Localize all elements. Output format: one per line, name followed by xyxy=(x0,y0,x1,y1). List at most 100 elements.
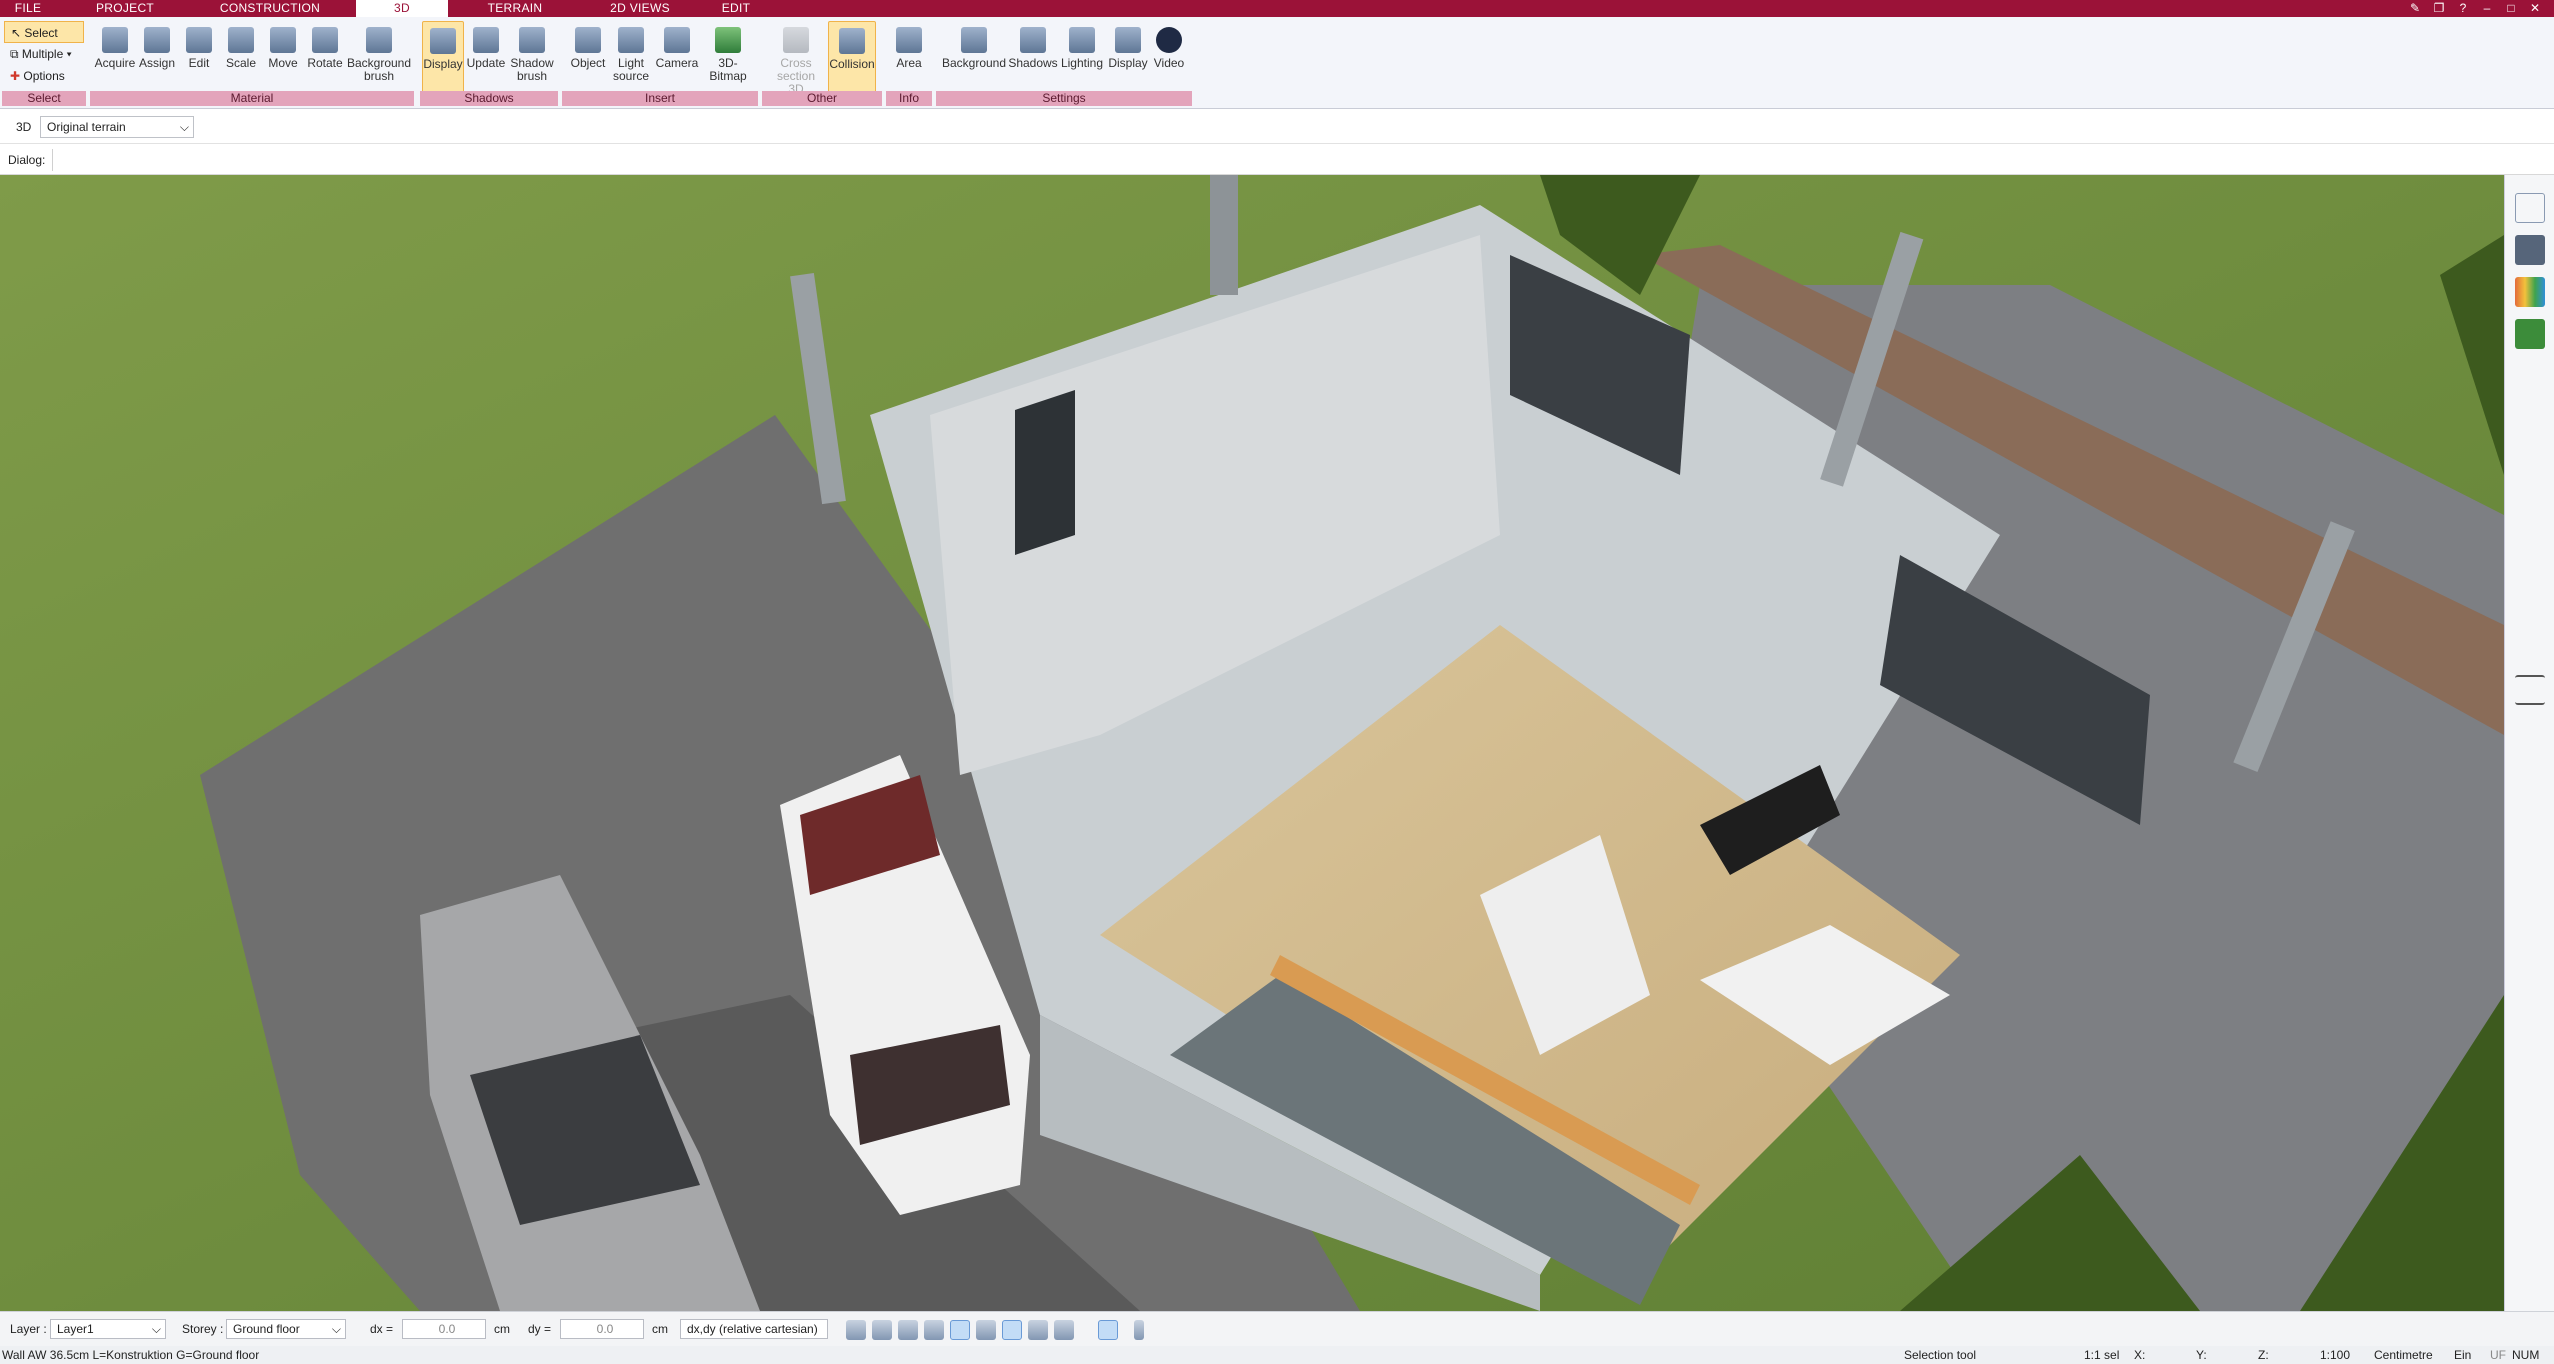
snap-icon[interactable] xyxy=(872,1320,892,1340)
update-cube-icon xyxy=(473,27,499,53)
furniture-icon[interactable] xyxy=(2515,235,2545,265)
chevron-down-icon: ⌵ xyxy=(331,1322,341,1336)
group-info: Info xyxy=(886,91,932,106)
cross-section-3d-button[interactable]: Cross section 3D xyxy=(768,21,824,96)
tab-terrain[interactable]: TERRAIN xyxy=(470,0,560,17)
play-icon xyxy=(1156,27,1182,53)
window-left xyxy=(1015,390,1075,555)
dx-label: dx = xyxy=(370,1322,394,1336)
plus-icon: ✚ xyxy=(10,69,24,83)
group-shadows: Shadows xyxy=(420,91,558,106)
storey-label: Storey : xyxy=(182,1322,224,1336)
background-button[interactable]: Background xyxy=(940,21,1008,93)
angle-snap-icon[interactable] xyxy=(950,1320,970,1340)
ribbon: ↖ Select ⧉ Multiple ▾ ✚ Options Select A… xyxy=(0,17,2554,109)
storey-select[interactable]: Ground floor ⌵ xyxy=(226,1319,346,1339)
brush-icon xyxy=(186,27,212,53)
area-button[interactable]: Area xyxy=(888,21,930,93)
dy-input[interactable]: 0.0 xyxy=(560,1319,644,1339)
status-bar: Wall AW 36.5cm L=Konstruktion G=Ground f… xyxy=(0,1346,2554,1364)
chevron-down-icon: ⌵ xyxy=(151,1322,161,1336)
layer-label: Layer : xyxy=(10,1322,47,1336)
multiple-button[interactable]: ⧉ Multiple ▾ xyxy=(4,43,84,65)
minimize-icon[interactable]: – xyxy=(2476,0,2498,17)
app-window: FILE PROJECT CONSTRUCTION 3D TERRAIN 2D … xyxy=(0,0,2554,1364)
maximize-icon[interactable]: □ xyxy=(2500,0,2522,17)
menu-bar: FILE PROJECT CONSTRUCTION 3D TERRAIN 2D … xyxy=(0,0,2554,18)
grid-icon[interactable] xyxy=(1054,1320,1074,1340)
close-icon[interactable]: ✕ xyxy=(2524,0,2546,17)
object-snap-icon[interactable] xyxy=(924,1320,944,1340)
grid-snap-icon[interactable] xyxy=(898,1320,918,1340)
paint-bucket-icon xyxy=(144,27,170,53)
coord-mode-select[interactable]: dx,dy (relative cartesian) xyxy=(680,1319,828,1339)
move-button[interactable]: Move xyxy=(262,21,304,93)
layers-icon[interactable] xyxy=(2515,193,2545,223)
tab-2d-views[interactable]: 2D VIEWS xyxy=(595,0,685,17)
light-source-button[interactable]: Light source xyxy=(608,21,654,93)
status-ein: Ein xyxy=(2454,1348,2472,1362)
tree-icon xyxy=(715,27,741,53)
acquire-button[interactable]: Acquire xyxy=(92,21,138,93)
tab-project[interactable]: PROJECT xyxy=(70,0,180,17)
collision-button[interactable]: Collision xyxy=(828,21,876,93)
rotate-button[interactable]: Rotate xyxy=(304,21,346,93)
options-button[interactable]: ✚ Options xyxy=(4,65,84,87)
status-num: NUM xyxy=(2512,1348,2540,1362)
monitor-icon xyxy=(1115,27,1141,53)
scale-button[interactable]: Scale xyxy=(220,21,262,93)
group-material: Material xyxy=(90,91,414,106)
rotate-icon xyxy=(312,27,338,53)
view-mode-label: 3D xyxy=(16,120,32,134)
tab-file[interactable]: FILE xyxy=(0,0,56,17)
background-brush-button[interactable]: Background brush xyxy=(346,21,412,93)
group-other: Other xyxy=(762,91,882,106)
help-icon[interactable]: ? xyxy=(2452,0,2474,17)
shadow-cube-icon xyxy=(430,28,456,54)
dialog-label: Dialog: xyxy=(8,153,46,167)
move-arrows-icon xyxy=(270,27,296,53)
shadow-brush-button[interactable]: Shadow brush xyxy=(508,21,556,93)
house-background-icon xyxy=(961,27,987,53)
ortho-icon[interactable] xyxy=(976,1320,996,1340)
chevron-down-icon: ⌵ xyxy=(179,120,189,134)
chair-icon xyxy=(575,27,601,53)
multiple-icon: ⧉ xyxy=(10,47,22,61)
layer-select[interactable]: Layer1 ⌵ xyxy=(50,1319,166,1339)
video-button[interactable]: Video xyxy=(1150,21,1188,93)
3d-viewport[interactable] xyxy=(0,175,2504,1311)
materials-icon[interactable] xyxy=(2515,277,2545,307)
north-icon[interactable] xyxy=(1098,1320,1118,1340)
3d-bitmap-button[interactable]: 3D-Bitmap xyxy=(700,21,756,93)
info-icon[interactable] xyxy=(1134,1320,1144,1340)
shadows-settings-button[interactable]: Shadows xyxy=(1008,21,1058,93)
restore-icon[interactable]: ❐ xyxy=(2428,0,2450,17)
right-sidebar xyxy=(2504,175,2554,1311)
tab-construction[interactable]: CONSTRUCTION xyxy=(200,0,340,17)
pipette-icon xyxy=(102,27,128,53)
shadow-display-button[interactable]: Display xyxy=(422,21,464,93)
tools-icon[interactable]: ✎ xyxy=(2404,0,2426,17)
dx-unit: cm xyxy=(494,1322,510,1336)
tab-3d[interactable]: 3D xyxy=(356,0,448,18)
hatch-icon[interactable] xyxy=(1028,1320,1048,1340)
dx-input[interactable]: 0.0 xyxy=(402,1319,486,1339)
tab-edit[interactable]: EDIT xyxy=(706,0,766,17)
layer-snap-icon[interactable] xyxy=(1002,1320,1022,1340)
lighting-button[interactable]: Lighting xyxy=(1058,21,1106,93)
3d-scene xyxy=(0,175,2504,1311)
divider xyxy=(52,149,53,171)
cursor-icon: ↖ xyxy=(11,26,25,40)
clock-icon[interactable] xyxy=(846,1320,866,1340)
lightbulb-icon xyxy=(618,27,644,53)
plant-icon[interactable] xyxy=(2515,319,2545,349)
shadow-update-button[interactable]: Update xyxy=(464,21,508,93)
object-button[interactable]: Object xyxy=(566,21,610,93)
camera-button[interactable]: Camera xyxy=(654,21,700,93)
display-settings-button[interactable]: Display xyxy=(1106,21,1150,93)
select-button[interactable]: ↖ Select xyxy=(4,21,84,43)
panel-handle-icon[interactable] xyxy=(2515,675,2545,705)
assign-button[interactable]: Assign xyxy=(136,21,178,93)
edit-material-button[interactable]: Edit xyxy=(178,21,220,93)
terrain-select[interactable]: Original terrain ⌵ xyxy=(40,116,194,138)
